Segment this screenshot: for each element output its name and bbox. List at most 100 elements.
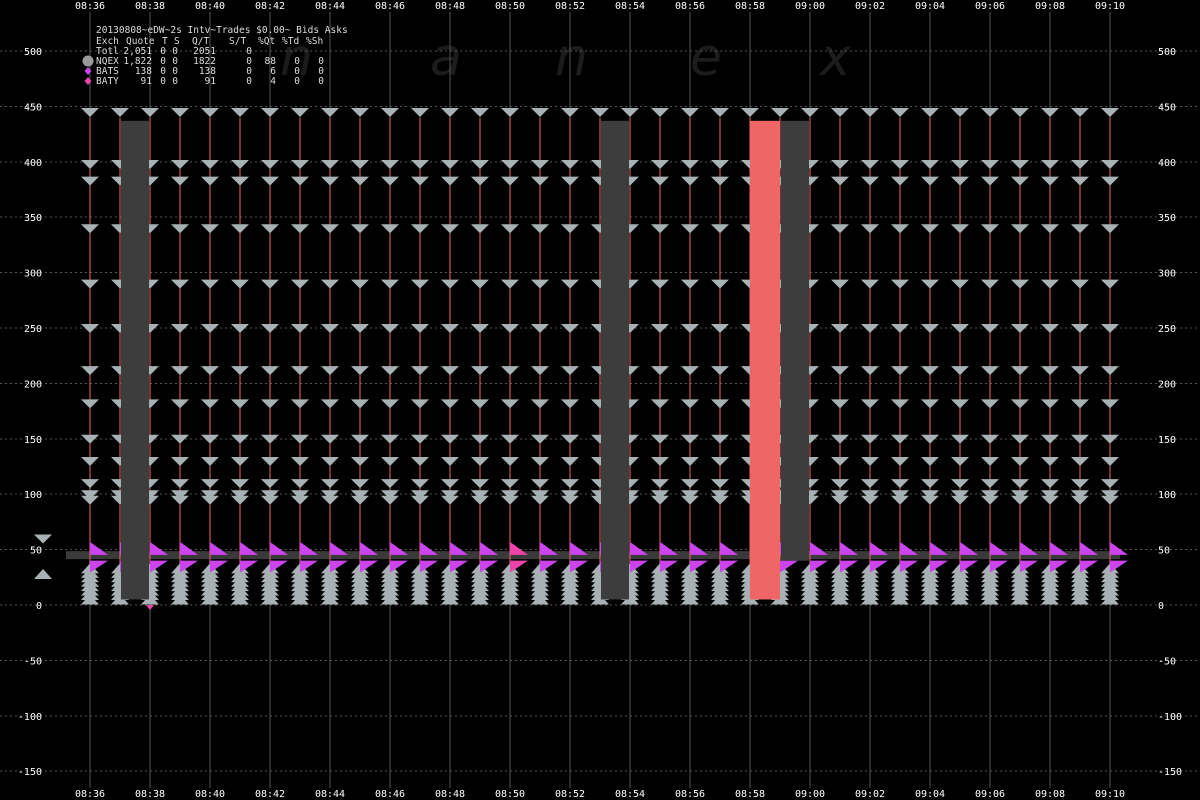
nqex-ask-marker xyxy=(531,160,549,170)
nqex-ask-marker xyxy=(981,107,999,117)
nqex-ask-marker xyxy=(561,279,579,289)
nqex-ask-marker xyxy=(831,107,849,117)
nqex-ask-marker xyxy=(891,279,909,289)
x-tick-label-top: 09:02 xyxy=(855,1,885,12)
nqex-ask-marker xyxy=(231,107,249,117)
nqex-ask-marker xyxy=(441,279,459,289)
nqex-ask-marker xyxy=(981,160,999,170)
nqex-ask-marker xyxy=(441,224,459,234)
nqex-ask-marker xyxy=(501,479,519,489)
nqex-ask-marker xyxy=(351,456,369,466)
nqex-ask-marker xyxy=(261,279,279,289)
nqex-ask-marker xyxy=(471,399,489,409)
nqex-ask-marker xyxy=(321,176,339,186)
nqex-ask-marker xyxy=(381,399,399,409)
nqex-ask-marker xyxy=(951,160,969,170)
watermark-letter: x xyxy=(818,28,852,88)
nqex-ask-marker xyxy=(471,160,489,170)
nqex-ask-marker xyxy=(1101,224,1119,234)
bats-ask-marker xyxy=(1110,541,1128,555)
nqex-ask-marker xyxy=(351,479,369,489)
nqex-ask-marker xyxy=(621,107,639,117)
y-tick-label-right: 350 xyxy=(1158,213,1176,224)
nqex-ask-marker xyxy=(171,224,189,234)
nqex-ask-marker xyxy=(771,107,789,117)
y-tick-label-right: 500 xyxy=(1158,47,1176,58)
x-tick-label-top: 08:48 xyxy=(435,1,465,12)
nqex-ask-marker xyxy=(861,176,879,186)
nqex-ask-marker xyxy=(1101,279,1119,289)
nqex-ask-marker xyxy=(261,224,279,234)
nqex-ask-marker xyxy=(1041,224,1059,234)
nqex-ask-marker xyxy=(411,176,429,186)
nqex-ask-marker xyxy=(1101,495,1119,505)
nqex-ask-marker xyxy=(591,107,609,117)
watermark-letter: a xyxy=(430,28,462,88)
nqex-ask-marker xyxy=(561,176,579,186)
nqex-ask-marker xyxy=(651,176,669,186)
nqex-ask-marker xyxy=(891,479,909,489)
nqex-ask-marker xyxy=(981,176,999,186)
nqex-ask-marker xyxy=(381,160,399,170)
nqex-ask-marker xyxy=(261,399,279,409)
nqex-ask-marker xyxy=(831,479,849,489)
x-tick-label-bottom: 08:52 xyxy=(555,789,585,800)
nqex-ask-marker xyxy=(741,107,759,117)
nqex-ask-marker xyxy=(651,279,669,289)
nqex-ask-marker xyxy=(681,160,699,170)
x-tick-label-top: 08:40 xyxy=(195,1,225,12)
gray-bar xyxy=(601,120,629,600)
nqex-ask-marker xyxy=(261,366,279,376)
nqex-ask-marker xyxy=(1041,399,1059,409)
nqex-ask-marker xyxy=(891,176,909,186)
nqex-ask-marker xyxy=(711,479,729,489)
y-tick-label-left: 350 xyxy=(24,213,42,224)
x-tick-label-bottom: 09:10 xyxy=(1095,789,1125,800)
nqex-ask-marker xyxy=(831,160,849,170)
legend-cell: 0 xyxy=(294,76,300,87)
nqex-ask-marker xyxy=(291,160,309,170)
nqex-ask-marker xyxy=(501,224,519,234)
nqex-ask-marker xyxy=(501,399,519,409)
nqex-ask-marker xyxy=(951,399,969,409)
nqex-ask-marker xyxy=(231,224,249,234)
x-tick-label-bottom: 09:06 xyxy=(975,789,1005,800)
nqex-ask-marker xyxy=(981,495,999,505)
nqex-ask-marker xyxy=(801,107,819,117)
nqex-ask-marker xyxy=(81,176,99,186)
nqex-ask-marker xyxy=(951,479,969,489)
nqex-ask-marker xyxy=(1101,399,1119,409)
nqex-ask-marker xyxy=(861,160,879,170)
nqex-ask-marker xyxy=(711,176,729,186)
nqex-ask-marker xyxy=(501,160,519,170)
nqex-ask-marker xyxy=(951,279,969,289)
nqex-ask-marker xyxy=(1071,399,1089,409)
nqex-ask-marker xyxy=(861,107,879,117)
x-tick-label-top: 08:58 xyxy=(735,1,765,12)
nqex-ask-marker xyxy=(171,279,189,289)
watermark-letter: n xyxy=(555,28,588,88)
nqex-ask-marker xyxy=(501,279,519,289)
nqex-ask-marker xyxy=(261,160,279,170)
nqex-ask-marker xyxy=(861,456,879,466)
nqex-ask-marker xyxy=(921,160,939,170)
y-tick-label-right: 300 xyxy=(1158,269,1176,280)
nqex-ask-marker xyxy=(951,176,969,186)
x-tick-label-top: 08:42 xyxy=(255,1,285,12)
nqex-ask-marker xyxy=(81,366,99,376)
nqex-ask-marker xyxy=(201,495,219,505)
nqex-ask-marker xyxy=(1101,479,1119,489)
nqex-ask-marker xyxy=(921,479,939,489)
nqex-ask-marker xyxy=(321,399,339,409)
nqex-ask-marker xyxy=(171,160,189,170)
nqex-ask-marker xyxy=(891,160,909,170)
x-tick-label-bottom: 08:56 xyxy=(675,789,705,800)
nqex-ask-marker xyxy=(831,224,849,234)
nqex-ask-marker xyxy=(1071,107,1089,117)
nqex-ask-marker xyxy=(681,479,699,489)
legend-cell: 0 xyxy=(246,76,252,87)
gray-bar xyxy=(121,120,149,600)
legend-cell: 4 xyxy=(270,76,276,87)
nqex-ask-marker xyxy=(231,366,249,376)
nqex-ask-marker xyxy=(831,495,849,505)
